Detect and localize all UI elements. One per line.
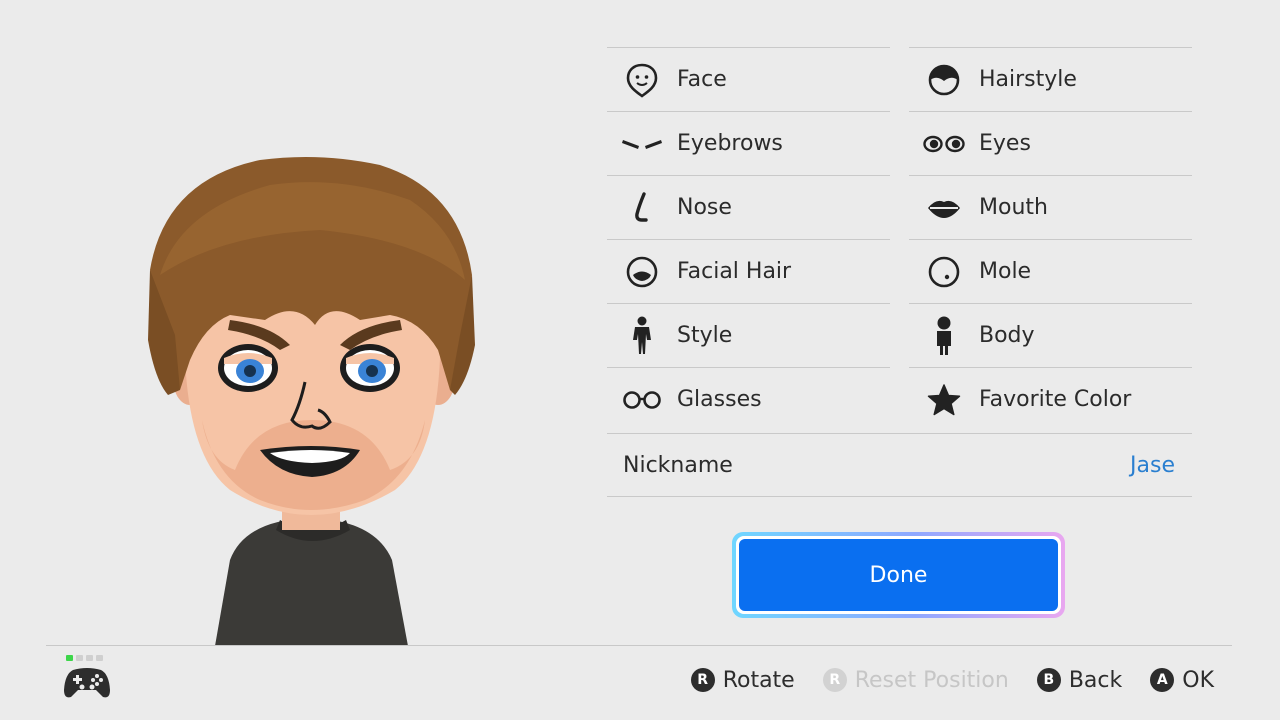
menu-column-left: Face Eyebrows Nose Facial Hair Style Gla… (607, 47, 890, 431)
ok-hint[interactable]: A OK (1150, 668, 1214, 693)
player-dot-active (66, 655, 73, 661)
reset-position-hint: R Reset Position (822, 667, 1009, 693)
ok-label: OK (1182, 667, 1214, 693)
r-stick-press-icon: R (822, 668, 847, 692)
eyebrows-icon (607, 112, 677, 175)
hairstyle-icon (909, 48, 979, 111)
menu-item-body[interactable]: Body (909, 303, 1192, 367)
body-icon (909, 304, 979, 367)
mii-editor-screen: Face Eyebrows Nose Facial Hair Style Gla… (0, 0, 1280, 720)
controller-icon (63, 666, 111, 704)
done-button[interactable]: Done (739, 539, 1058, 611)
menu-item-eyes[interactable]: Eyes (909, 111, 1192, 175)
menu-item-glasses[interactable]: Glasses (607, 367, 890, 431)
face-icon (607, 48, 677, 111)
menu-item-label: Hairstyle (979, 67, 1077, 92)
rotate-label: Rotate (722, 667, 795, 693)
menu-item-eyebrows[interactable]: Eyebrows (607, 111, 890, 175)
player-dot (86, 655, 93, 661)
menu-item-label: Favorite Color (979, 387, 1132, 412)
menu-item-label: Facial Hair (677, 259, 792, 284)
player-dot (76, 655, 83, 661)
mii-character-illustration (148, 156, 475, 646)
nickname-row[interactable]: Nickname Jase (607, 433, 1192, 497)
mouth-icon (909, 176, 979, 239)
back-label: Back (1068, 667, 1123, 693)
menu-item-facial-hair[interactable]: Facial Hair (607, 239, 890, 303)
menu-item-label: Eyes (979, 131, 1031, 156)
reset-position-label: Reset Position (854, 667, 1009, 693)
nickname-label: Nickname (623, 452, 733, 478)
done-button-focus-inner: Done (736, 536, 1061, 614)
footer-button-hints: R Rotate R Reset Position B Back A OK (690, 662, 1214, 698)
controller-player-indicator (66, 655, 103, 661)
menu-item-mouth[interactable]: Mouth (909, 175, 1192, 239)
menu-item-nose[interactable]: Nose (607, 175, 890, 239)
back-hint[interactable]: B Back (1036, 667, 1123, 693)
menu-item-label: Mole (979, 259, 1032, 284)
player-dot (96, 655, 103, 661)
nose-icon (607, 176, 677, 239)
menu-item-face[interactable]: Face (607, 47, 890, 111)
style-icon (607, 304, 677, 367)
menu-item-label: Nose (677, 195, 732, 220)
star-icon (909, 368, 979, 431)
menu-item-label: Body (979, 323, 1035, 348)
menu-item-mole[interactable]: Mole (909, 239, 1192, 303)
menu-item-label: Mouth (979, 195, 1048, 220)
facial-hair-icon (607, 240, 677, 303)
eyes-icon (909, 112, 979, 175)
menu-item-style[interactable]: Style (607, 303, 890, 367)
menu-item-label: Glasses (677, 387, 762, 412)
menu-column-right: Hairstyle Eyes Mouth Mole Body Favorite … (909, 47, 1192, 431)
rotate-hint[interactable]: R Rotate (690, 667, 795, 693)
a-button-icon: A (1150, 668, 1175, 692)
menu-item-label: Eyebrows (677, 131, 783, 156)
glasses-icon (607, 368, 677, 431)
menu-item-hairstyle[interactable]: Hairstyle (909, 47, 1192, 111)
menu-item-label: Style (677, 323, 733, 348)
mii-character-preview[interactable] (120, 120, 520, 646)
menu-item-favorite-color[interactable]: Favorite Color (909, 367, 1192, 431)
menu-item-label: Face (677, 67, 727, 92)
done-button-focus-frame: Done (732, 532, 1065, 618)
nickname-value: Jase (1130, 452, 1175, 478)
footer-divider (46, 645, 1232, 646)
b-button-icon: B (1036, 668, 1061, 692)
r-stick-icon: R (690, 668, 715, 692)
mole-icon (909, 240, 979, 303)
